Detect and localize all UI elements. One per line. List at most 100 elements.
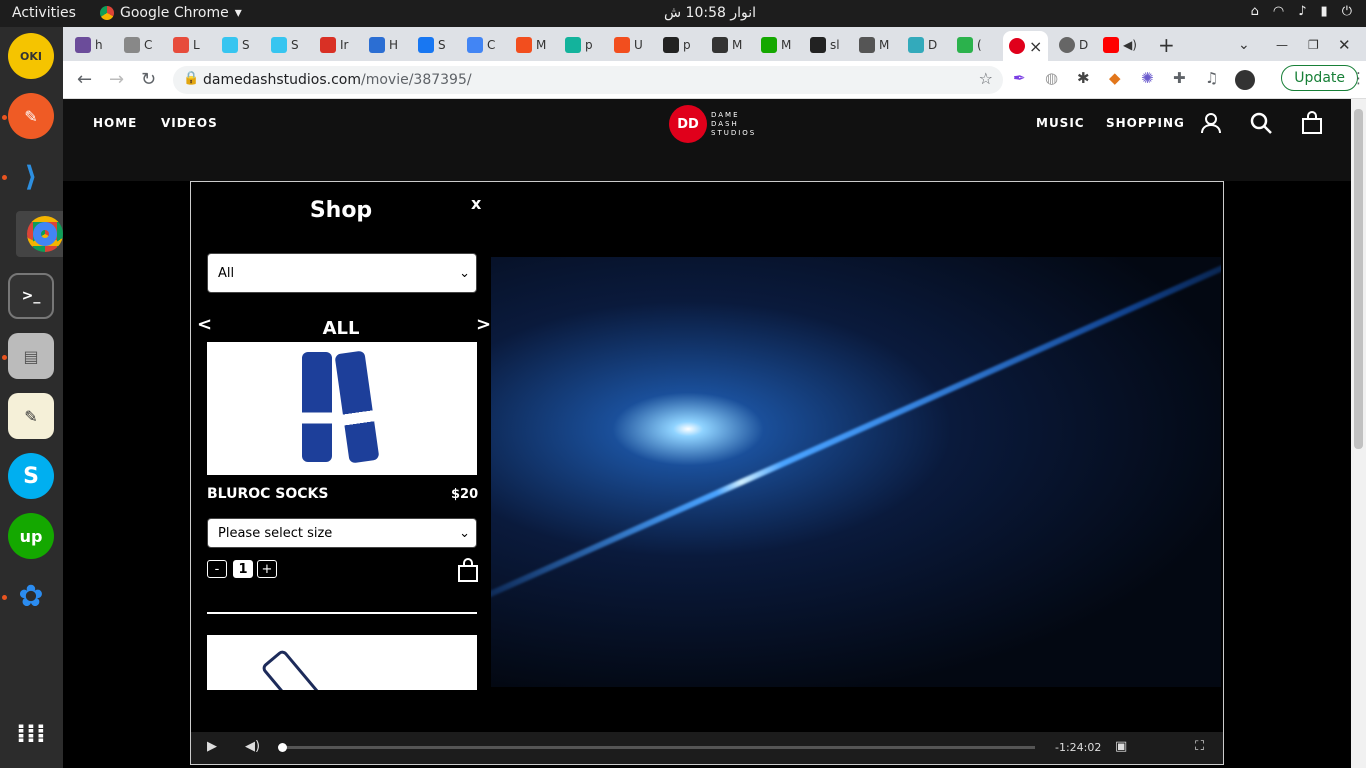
- sock-shape: [260, 648, 354, 690]
- tab-favicon-icon: [75, 37, 91, 53]
- cart-bag-icon[interactable]: [1300, 111, 1324, 141]
- close-icon[interactable]: ×: [1029, 37, 1042, 56]
- qty-decrease-button[interactable]: -: [207, 560, 227, 578]
- tab-item[interactable]: D: [1059, 33, 1088, 57]
- nav-videos[interactable]: VIDEOS: [161, 116, 218, 130]
- tab-favicon-icon: [222, 37, 238, 53]
- skype-app-icon[interactable]: S: [8, 453, 54, 499]
- text-editor-app-icon[interactable]: ✎: [8, 393, 54, 439]
- volume-icon[interactable]: ◀): [245, 739, 260, 754]
- shop-title: Shop: [309, 198, 373, 223]
- add-to-cart-bag-icon[interactable]: [457, 558, 479, 587]
- size-select[interactable]: Please select size ⌄: [207, 518, 477, 548]
- postman-app-icon[interactable]: ✎: [8, 93, 54, 139]
- tab-item[interactable]: p: [663, 33, 691, 57]
- youtube-favicon-icon: [1103, 37, 1119, 53]
- tab-item[interactable]: S: [271, 33, 299, 57]
- tab-item[interactable]: p: [565, 33, 593, 57]
- terminal-app-icon[interactable]: >_: [8, 273, 54, 319]
- tab-item[interactable]: M: [859, 33, 889, 57]
- tab-item[interactable]: H: [369, 33, 398, 57]
- site-logo[interactable]: DD DAME DASH STUDIOS: [669, 105, 756, 143]
- maximize-icon[interactable]: ❐: [1308, 33, 1319, 57]
- search-icon[interactable]: [1249, 111, 1273, 141]
- activities-button[interactable]: Activities: [12, 5, 76, 21]
- address-bar[interactable]: 🔒 damedashstudios.com/movie/387395/ ☆: [173, 66, 1003, 94]
- app-name: Google Chrome: [120, 5, 229, 21]
- tab-label: C: [144, 38, 153, 52]
- new-tab-button[interactable]: +: [1158, 33, 1175, 57]
- wifi-icon: ◠: [1272, 4, 1285, 19]
- tab-item[interactable]: C: [467, 33, 495, 57]
- tab-item[interactable]: ◀): [1103, 33, 1137, 57]
- extensions-puzzle-icon[interactable]: ✚: [1173, 69, 1186, 87]
- reload-icon[interactable]: ↻: [141, 69, 156, 90]
- tab-search-icon[interactable]: ⌄: [1238, 33, 1250, 57]
- tab-item[interactable]: U: [614, 33, 643, 57]
- extension-feather-icon[interactable]: ✒: [1013, 69, 1026, 87]
- video-player[interactable]: Shop x All ⌄ < ALL > BLUROC SOCKS $20 Pl…: [190, 181, 1224, 765]
- tab-item[interactable]: S: [418, 33, 446, 57]
- sock-left-shape: [302, 352, 332, 462]
- show-apps-icon[interactable]: ⁞⁞⁞: [8, 711, 54, 757]
- close-window-icon[interactable]: ✕: [1338, 33, 1351, 57]
- tab-item[interactable]: D: [908, 33, 937, 57]
- tab-item[interactable]: M: [712, 33, 742, 57]
- vscode-app-icon[interactable]: ⟩: [8, 153, 54, 199]
- ubuntu-app-icon[interactable]: ✿: [8, 573, 54, 619]
- tab-item[interactable]: M: [761, 33, 791, 57]
- extension-badge-icon[interactable]: ✺: [1141, 69, 1154, 87]
- menu-dots-icon[interactable]: ⋮: [1351, 69, 1366, 87]
- extension-bug-icon[interactable]: ✱: [1077, 69, 1090, 87]
- progress-bar[interactable]: [278, 743, 1035, 752]
- tab-item[interactable]: h: [75, 33, 103, 57]
- tab-item[interactable]: (: [957, 33, 982, 57]
- scrollbar-thumb[interactable]: [1354, 109, 1363, 449]
- forward-icon[interactable]: →: [109, 69, 124, 90]
- back-icon[interactable]: ←: [77, 69, 92, 90]
- tab-label: Ir: [340, 38, 349, 52]
- system-tray[interactable]: ⌂ ◠ ♪ ▮ ⏻: [1251, 4, 1352, 19]
- nav-home[interactable]: HOME: [93, 116, 137, 130]
- tab-item[interactable]: S: [222, 33, 250, 57]
- media-control-icon[interactable]: ♫: [1205, 69, 1218, 87]
- user-account-icon[interactable]: [1199, 111, 1223, 141]
- next-category-button[interactable]: >: [476, 314, 491, 335]
- picture-in-picture-icon[interactable]: ▣: [1115, 739, 1127, 754]
- qty-increase-button[interactable]: +: [257, 560, 277, 578]
- tab-active[interactable]: ×: [1003, 31, 1049, 61]
- product-name[interactable]: BLUROC SOCKS: [207, 486, 328, 502]
- play-icon[interactable]: ▶: [207, 739, 217, 754]
- page-scrollbar[interactable]: [1351, 99, 1366, 768]
- product-image[interactable]: [207, 342, 477, 475]
- okular-app-icon[interactable]: OKI: [8, 33, 54, 79]
- extension-globe-icon[interactable]: ◍: [1045, 69, 1058, 87]
- metamask-icon[interactable]: ◆: [1109, 69, 1121, 87]
- minimize-icon[interactable]: —: [1276, 33, 1288, 57]
- tab-item[interactable]: L: [173, 33, 200, 57]
- product-image-next[interactable]: [207, 635, 477, 690]
- app-menu[interactable]: Google Chrome ▾: [100, 5, 242, 21]
- tab-item[interactable]: M: [516, 33, 546, 57]
- nav-shopping[interactable]: SHOPPING: [1106, 116, 1185, 130]
- clock[interactable]: انوار 10:58 ش: [664, 5, 756, 21]
- tab-strip: h C L S S Ir H S C Mp Up M Msl M D ( × D ◀) + ⌄ — ❐ ✕: [63, 27, 1366, 61]
- category-select[interactable]: All ⌄: [207, 253, 477, 293]
- update-button[interactable]: Update: [1281, 65, 1358, 91]
- tab-label: p: [683, 38, 691, 52]
- progress-handle[interactable]: [278, 743, 287, 752]
- tab-item[interactable]: Ir: [320, 33, 348, 57]
- power-icon: ⏻: [1341, 4, 1352, 19]
- fullscreen-icon[interactable]: ⛶: [1195, 739, 1204, 754]
- profile-avatar[interactable]: [1235, 70, 1255, 90]
- shop-close-button[interactable]: x: [471, 194, 481, 213]
- bookmark-star-icon[interactable]: ☆: [979, 69, 993, 88]
- tab-item[interactable]: C: [124, 33, 152, 57]
- running-indicator: [2, 115, 7, 120]
- files-app-icon[interactable]: ▤: [8, 333, 54, 379]
- upwork-app-icon[interactable]: up: [8, 513, 54, 559]
- nav-music[interactable]: MUSIC: [1036, 116, 1085, 130]
- product-price: $20: [451, 487, 479, 502]
- qty-value[interactable]: 1: [233, 560, 253, 578]
- tab-item[interactable]: sl: [810, 33, 840, 57]
